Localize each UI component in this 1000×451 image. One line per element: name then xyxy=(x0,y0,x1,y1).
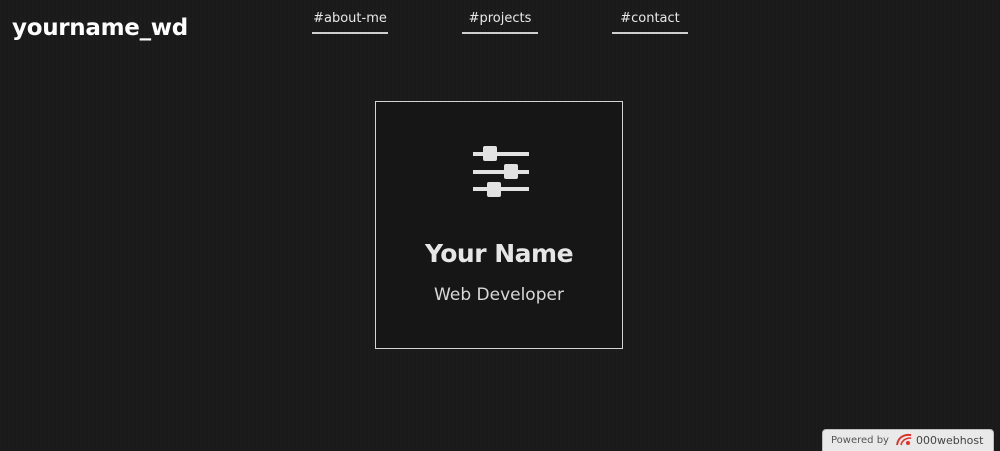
000webhost-logo-icon xyxy=(895,433,912,446)
powered-by-badge[interactable]: Powered by 000webhost xyxy=(822,429,994,451)
profile-role: Web Developer xyxy=(434,285,564,305)
profile-name: Your Name xyxy=(424,239,574,268)
host-name: 000webhost xyxy=(915,433,984,447)
nav-link-contact[interactable]: #contact xyxy=(612,10,688,34)
site-logo[interactable]: yourname_wd xyxy=(12,15,188,41)
powered-by-label: Powered by xyxy=(831,434,889,446)
profile-card: Your Name Web Developer xyxy=(375,101,623,349)
sliders-icon xyxy=(473,146,529,197)
nav-link-projects[interactable]: #projects xyxy=(462,10,538,34)
nav-link-about-me[interactable]: #about-me xyxy=(312,10,388,34)
